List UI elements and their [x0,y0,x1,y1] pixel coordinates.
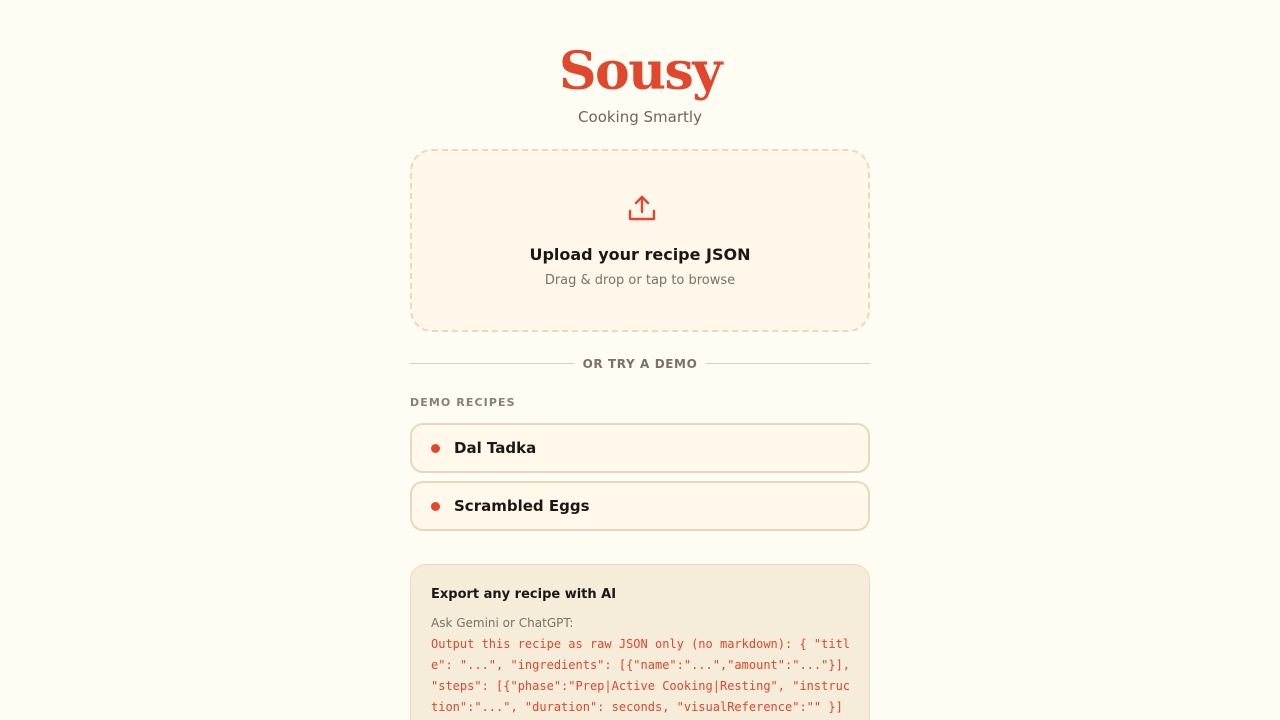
brand-logo: Sousy [558,41,723,102]
divider-line-left [410,363,574,364]
export-ask-text: Ask Gemini or ChatGPT: [431,616,574,630]
upload-title: Upload your recipe JSON [529,245,751,264]
demo-divider: OR TRY A DEMO [410,354,870,374]
upload-subtitle: Drag & drop or tap to browse [544,273,736,288]
demo-recipe-dal-tadka[interactable]: Dal Tadka [410,423,870,473]
brand-tagline: Cooking Smartly [578,108,702,126]
recipe-dot-icon [431,444,440,453]
recipe-name: Dal Tadka [454,439,537,457]
app-root: Sousy Cooking Smartly Upload your recipe… [0,0,1280,720]
divider-text: OR TRY A DEMO [582,357,698,371]
demo-recipes-label: DEMO RECIPES [410,396,516,409]
export-prompt-code[interactable]: Output this recipe as raw JSON only (no … [431,634,851,718]
recipe-dot-icon [431,502,440,511]
upload-icon [628,195,656,221]
upload-dropzone[interactable]: Upload your recipe JSON Drag & drop or t… [410,149,870,332]
export-title: Export any recipe with AI [431,587,617,602]
export-panel: Export any recipe with AI Ask Gemini or … [410,564,870,720]
demo-recipe-scrambled-eggs[interactable]: Scrambled Eggs [410,481,870,531]
recipe-name: Scrambled Eggs [454,497,590,515]
divider-line-right [706,363,870,364]
